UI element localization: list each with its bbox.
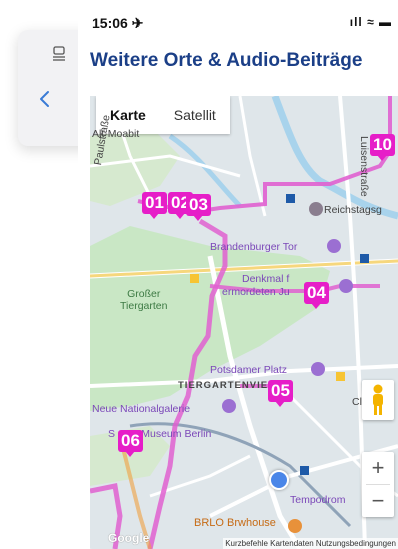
map-canvas [90, 96, 398, 549]
map-label-neue-nationalgalerie: Neue Nationalgalerie [92, 403, 191, 415]
map-type-satellite-button[interactable]: Satellit [160, 96, 230, 134]
google-logo: Google [108, 531, 150, 545]
zoom-in-button[interactable]: + [362, 452, 394, 484]
map-label-tiergartenviertel: TIERGARTENVIE [178, 380, 269, 391]
map-attribution[interactable]: Kurzbefehle Kartendaten Nutzungsbedingun… [223, 538, 398, 549]
status-icons: ıll ≈ ▬ [349, 15, 392, 29]
map-label-ermordeten: ermordeten Ju [222, 286, 290, 298]
map-label-luisenstrasse: Luisenstraße [358, 136, 370, 197]
marker-01[interactable]: 01 [142, 192, 167, 219]
marker-03[interactable]: 03 [186, 194, 211, 221]
map-view[interactable]: Karte Satellit Alt-Moabit Paulstraße Lui… [90, 96, 398, 549]
marker-04[interactable]: 04 [304, 282, 329, 309]
map-label-brandenburger-tor: Brandenburger Tor [210, 241, 298, 253]
pegman-icon [373, 384, 383, 415]
map-label-cl: Cl [352, 396, 362, 408]
map-label-tempodrom: Tempodrom [290, 494, 346, 506]
marker-10[interactable]: 10 [370, 134, 395, 161]
map-label-denkmal: Denkmal f [242, 273, 290, 285]
marker-06[interactable]: 06 [118, 430, 143, 457]
map-label-grosser-tiergarten: Großer Tiergarten [120, 288, 168, 312]
zoom-out-button[interactable]: − [362, 485, 394, 517]
sheet: 15:06 ✈ ıll ≈ ▬ Weitere Orte & Audio-Bei… [78, 0, 398, 549]
page-title: Weitere Orte & Audio-Beiträge [90, 50, 363, 71]
map-label-brlo: BRLO Brwhouse [194, 517, 276, 529]
marker-05[interactable]: 05 [268, 380, 293, 407]
map-label-reichstag: Reichstagsg [324, 204, 382, 216]
map-label-potsdamer-platz: Potsdamer Platz [210, 364, 288, 376]
back-chevron-icon[interactable] [38, 90, 52, 108]
street-view-pegman[interactable] [362, 380, 394, 420]
current-location-dot [269, 470, 289, 490]
zoom-controls: + − [362, 452, 394, 517]
status-time: 15:06 ✈ [92, 15, 144, 31]
toolbar-icon [53, 46, 65, 61]
